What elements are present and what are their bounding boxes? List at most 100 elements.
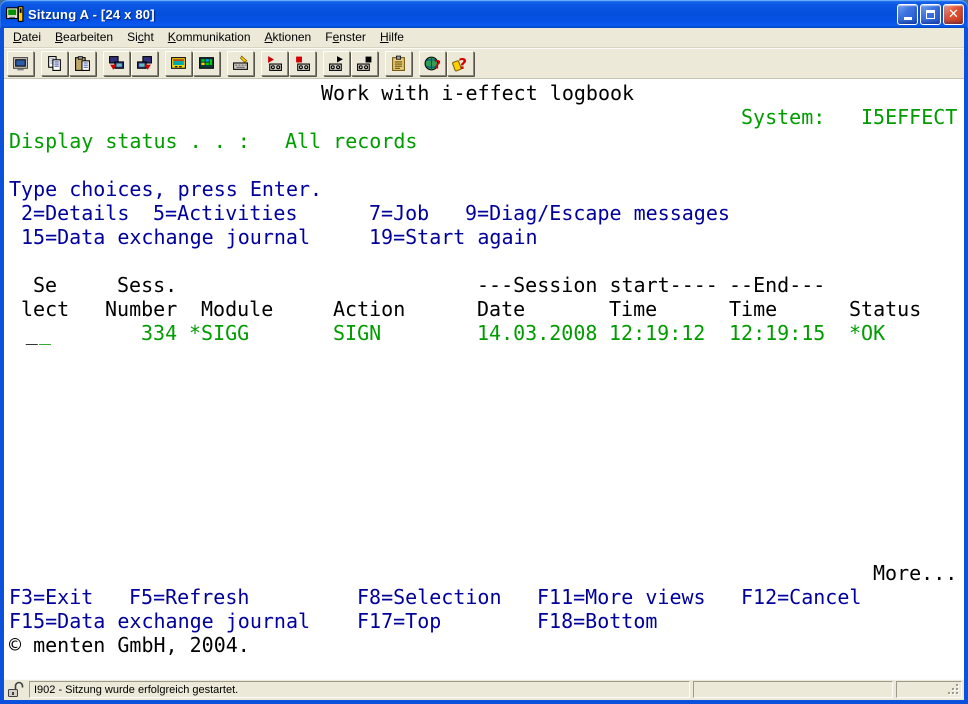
print-screen-button[interactable] — [7, 51, 34, 76]
send-file-button[interactable] — [103, 51, 130, 76]
macro-pause-button[interactable] — [351, 51, 378, 76]
minimize-button[interactable] — [897, 4, 918, 25]
toolbar-group — [385, 51, 412, 76]
toolbar-group — [103, 51, 158, 76]
terminal-text: Type choices, press Enter. — [9, 177, 322, 201]
resize-grip[interactable] — [947, 683, 960, 696]
terminal-text: Work with i-effect logbook — [321, 81, 634, 105]
macro-stop-record-button[interactable] — [289, 51, 316, 76]
terminal-text: © menten GmbH, 2004. — [9, 633, 250, 657]
web-help-icon: ? — [423, 55, 442, 72]
paste-icon — [73, 55, 92, 72]
color-setup-button[interactable] — [193, 51, 220, 76]
maximize-button[interactable] — [920, 4, 941, 25]
keyboard-setup-icon — [231, 55, 250, 72]
terminal-text: I5EFFECT — [861, 105, 957, 129]
terminal-text: 12:19:12 — [609, 321, 705, 345]
terminal-row: System: I5EFFECT — [4, 105, 964, 129]
display-setup-button[interactable] — [165, 51, 192, 76]
menu-bar: DateiBearbeitenSichtKommunikationAktione… — [4, 28, 964, 48]
terminal-text: F8=Selection — [357, 585, 502, 609]
input-cursor[interactable]: _ — [39, 321, 51, 345]
tool-bar: ?? — [4, 48, 964, 79]
toolbar-group — [41, 51, 96, 76]
toolbar-group — [261, 51, 316, 76]
help-icon: ? — [451, 55, 470, 72]
terminal-text: 14.03.2008 — [477, 321, 597, 345]
app-icon[interactable] — [6, 5, 24, 23]
terminal-text: F3=Exit — [9, 585, 93, 609]
terminal-text: Action — [333, 297, 405, 321]
terminal-text: F12=Cancel — [741, 585, 861, 609]
status-panel — [896, 681, 962, 698]
window-body: DateiBearbeitenSichtKommunikationAktione… — [0, 28, 968, 704]
terminal-text: 19=Start again — [369, 225, 538, 249]
terminal-text: Number — [105, 297, 177, 321]
terminal-row: lectNumberModuleActionDateTimeTimeStatus — [4, 297, 964, 321]
app-window: Sitzung A - [24 x 80] ✕ DateiBearbeitenS… — [0, 0, 968, 704]
macro-pause-icon — [355, 55, 374, 72]
minimize-icon — [904, 17, 912, 20]
menu-item-datei[interactable]: Datei — [6, 28, 48, 47]
terminal-text: 334 — [141, 321, 177, 345]
help-button[interactable]: ? — [447, 51, 474, 76]
toolbar-group — [7, 51, 34, 76]
toolbar-group — [323, 51, 378, 76]
close-button[interactable]: ✕ — [943, 4, 964, 25]
status-bar: I902 - Sitzung wurde erfolgreich gestart… — [4, 678, 964, 700]
menu-item-sicht[interactable]: Sicht — [120, 28, 161, 47]
terminal-text: F15=Data exchange journal — [9, 609, 310, 633]
status-message: I902 - Sitzung wurde erfolgreich gestart… — [34, 684, 238, 696]
menu-item-kommunikation[interactable]: Kommunikation — [161, 28, 258, 47]
menu-item-aktionen[interactable]: Aktionen — [258, 28, 319, 47]
menu-item-hilfe[interactable]: Hilfe — [373, 28, 411, 47]
keyboard-setup-button[interactable] — [227, 51, 254, 76]
terminal-text: F18=Bottom — [537, 609, 657, 633]
macro-record-button[interactable] — [261, 51, 288, 76]
receive-file-button[interactable] — [131, 51, 158, 76]
terminal-row: 2=Details5=Activities7=Job9=Diag/Escape … — [4, 201, 964, 225]
terminal-row: Type choices, press Enter. — [4, 177, 964, 201]
macro-stop-record-icon — [293, 55, 312, 72]
terminal-text: Sess. — [117, 273, 177, 297]
clipboard-button[interactable] — [385, 51, 412, 76]
terminal-text: --End--- — [729, 273, 825, 297]
menu-item-fenster[interactable]: Fenster — [318, 28, 373, 47]
menu-item-bearbeiten[interactable]: Bearbeiten — [48, 28, 120, 47]
toolbar-group — [227, 51, 254, 76]
terminal-text: 15=Data exchange journal — [21, 225, 310, 249]
terminal-text: 7=Job — [369, 201, 429, 225]
copy-icon — [45, 55, 64, 72]
macro-play-button[interactable] — [323, 51, 350, 76]
terminal-row: F3=ExitF5=RefreshF8=SelectionF11=More vi… — [4, 585, 964, 609]
terminal-screen[interactable]: Work with i-effect logbook System: I5EFFEC… — [4, 79, 964, 678]
macro-record-icon — [265, 55, 284, 72]
terminal-row: Display status . . :All records — [4, 129, 964, 153]
terminal-text: 2=Details — [21, 201, 129, 225]
title-bar[interactable]: Sitzung A - [24 x 80] ✕ — [0, 0, 968, 28]
terminal-row: © menten GmbH, 2004. — [4, 633, 964, 657]
receive-file-icon — [135, 55, 154, 72]
display-setup-icon — [169, 55, 188, 72]
status-panel — [693, 681, 893, 698]
window-title: Sitzung A - [24 x 80] — [28, 7, 893, 22]
maximize-icon — [926, 10, 935, 19]
terminal-text: 12:19:15 — [729, 321, 825, 345]
terminal-text: Time — [609, 297, 657, 321]
svg-text:?: ? — [434, 57, 441, 71]
terminal-text: SIGN — [333, 321, 381, 345]
terminal-row: More... — [4, 561, 964, 585]
web-help-button[interactable]: ? — [419, 51, 446, 76]
terminal-text: *SIGG — [189, 321, 249, 345]
terminal-text: System: — [741, 105, 825, 129]
terminal-text: Time — [729, 297, 777, 321]
paste-button[interactable] — [69, 51, 96, 76]
macro-play-icon — [327, 55, 346, 72]
input-cursor[interactable]: _ — [26, 321, 38, 345]
terminal-text: Se — [33, 273, 57, 297]
terminal-row: Work with i-effect logbook — [4, 81, 964, 105]
clipboard-icon — [389, 55, 408, 72]
copy-button[interactable] — [41, 51, 68, 76]
terminal-text: Display status . . : — [9, 129, 250, 153]
terminal-text: F11=More views — [537, 585, 706, 609]
